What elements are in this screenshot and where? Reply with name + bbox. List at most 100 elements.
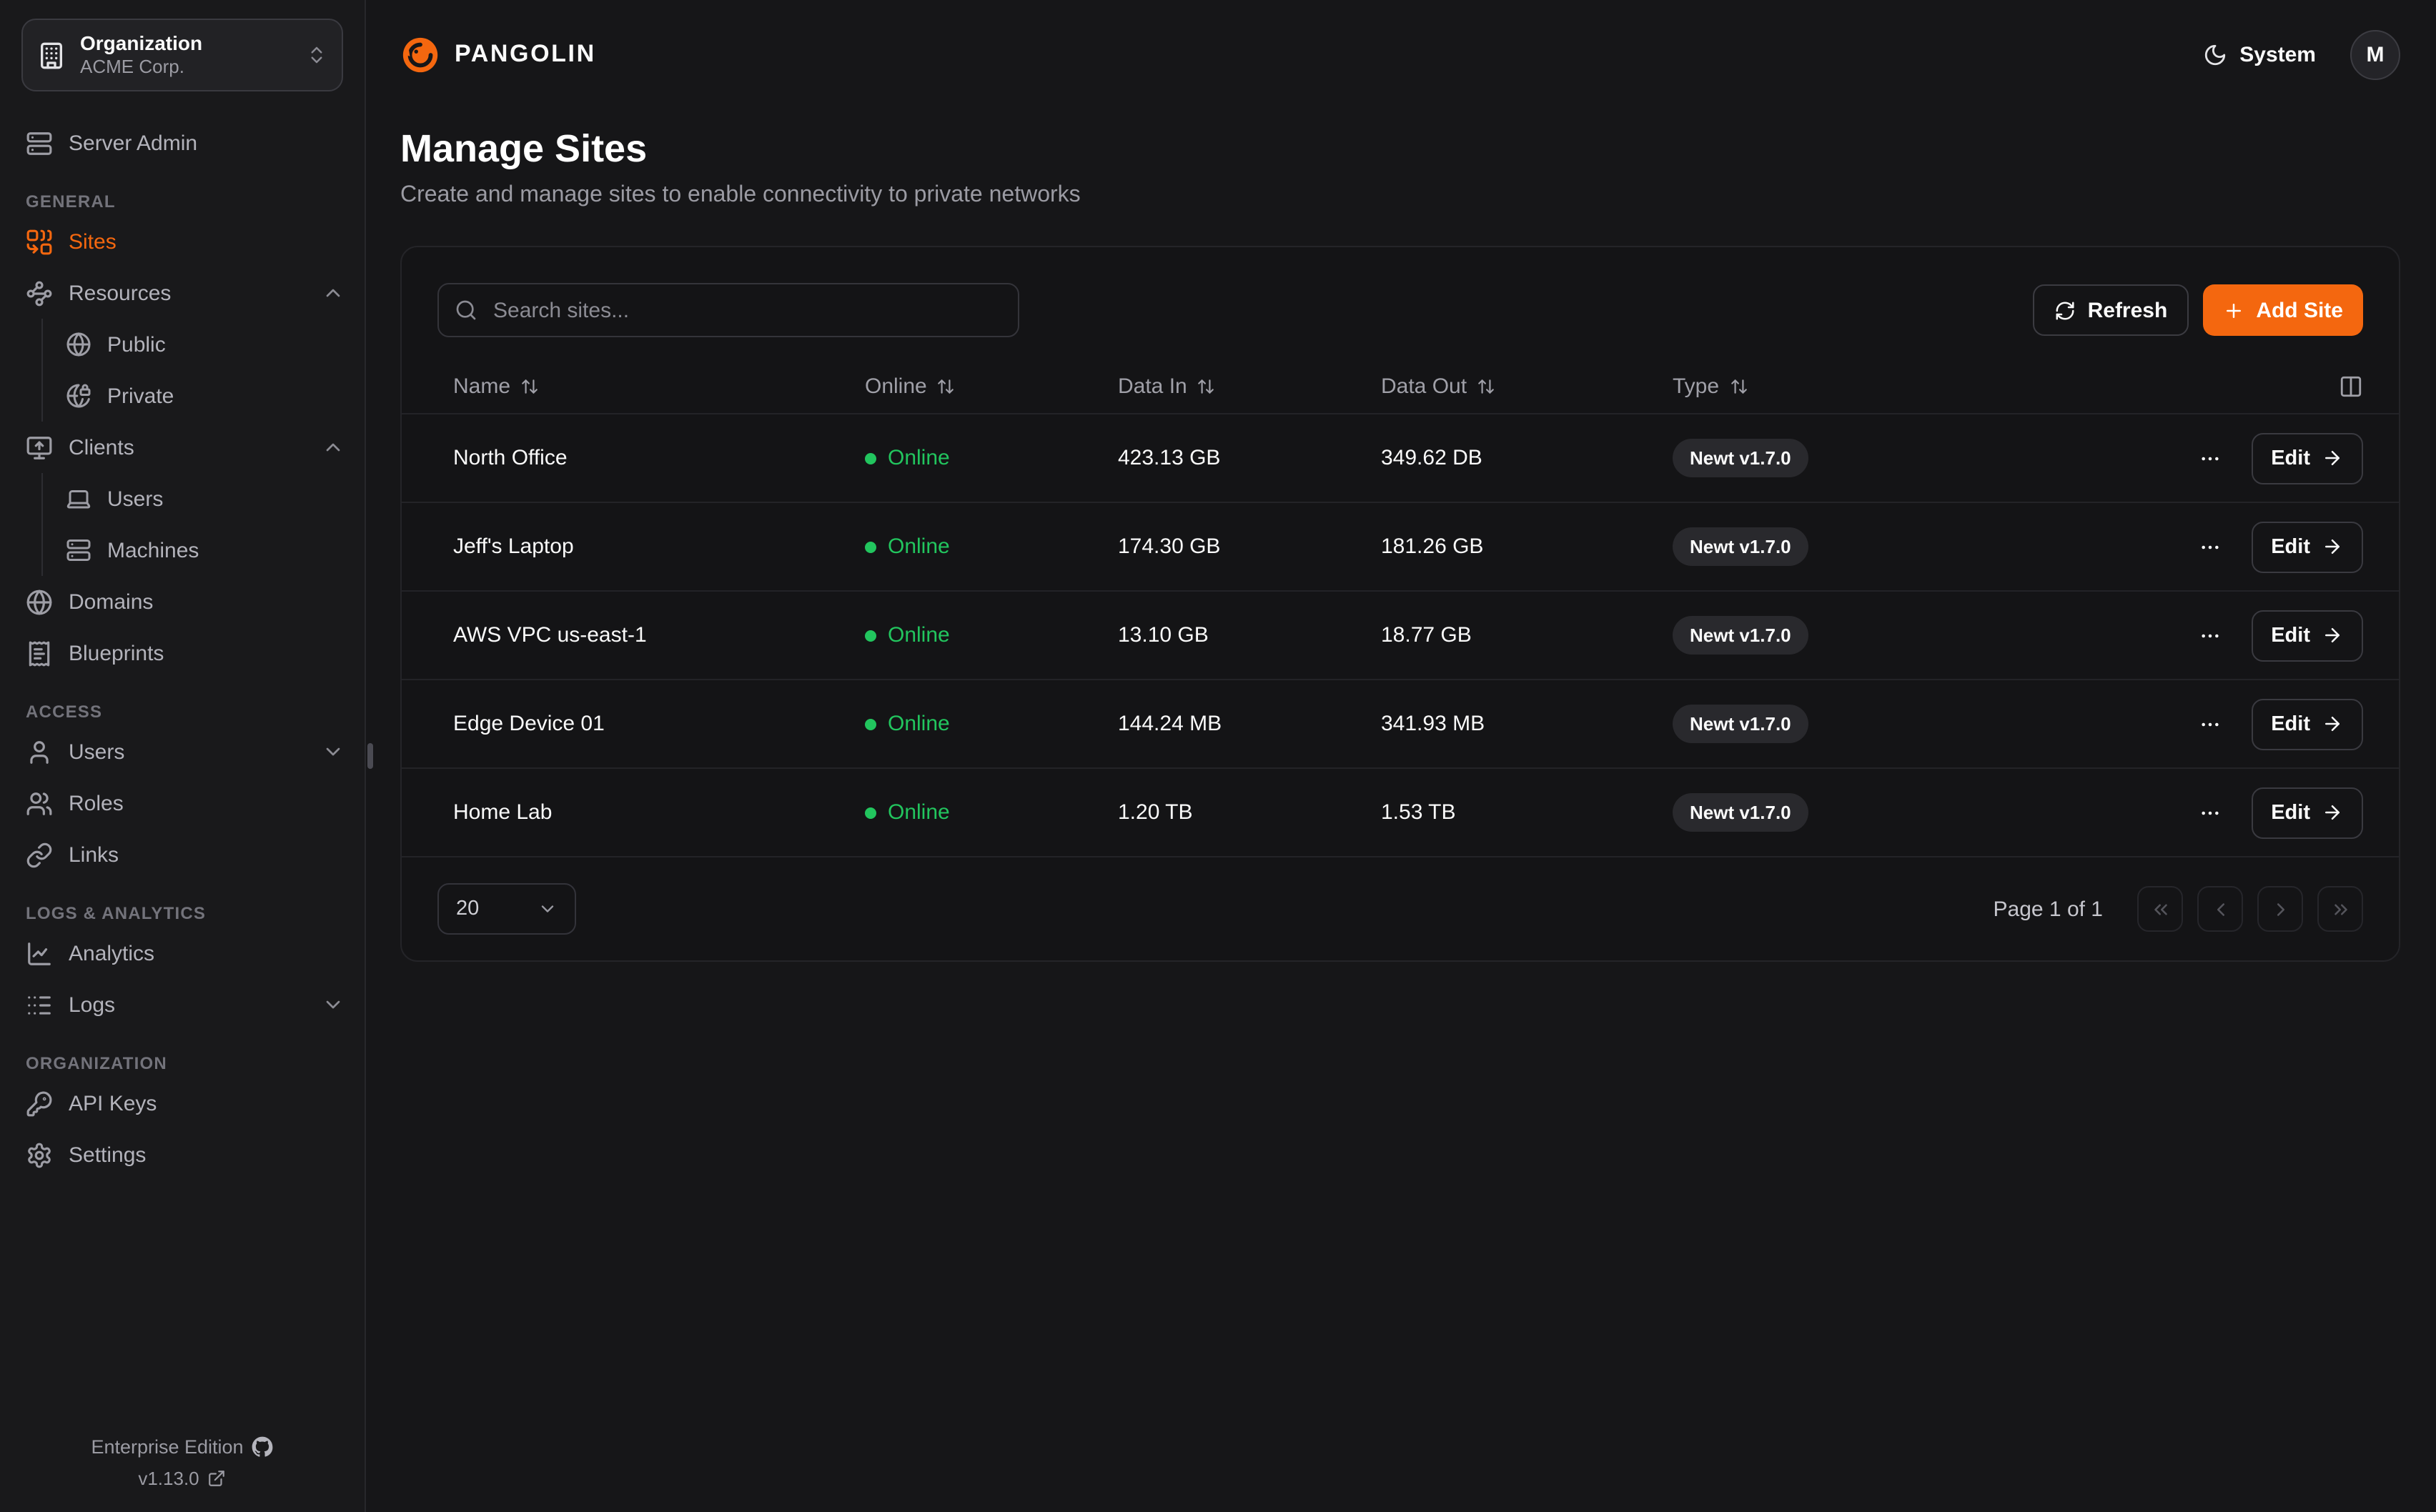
site-name: Jeff's Laptop bbox=[437, 534, 865, 559]
column-header-name[interactable]: Name bbox=[437, 374, 865, 399]
first-page-button[interactable] bbox=[2137, 886, 2183, 932]
sidebar-item-label: Server Admin bbox=[69, 131, 197, 155]
type-badge: Newt v1.7.0 bbox=[1673, 527, 1808, 566]
sidebar-item-logs[interactable]: Logs bbox=[26, 979, 345, 1030]
theme-toggle[interactable]: System bbox=[2202, 42, 2316, 66]
sidebar-item-roles[interactable]: Roles bbox=[26, 777, 345, 829]
sidebar-item-label: Links bbox=[69, 842, 119, 867]
page-head: Manage Sites Create and manage sites to … bbox=[400, 126, 2400, 209]
toolbar-actions: Refresh Add Site bbox=[2034, 284, 2363, 336]
moon-icon bbox=[2202, 42, 2227, 66]
sidebar-item-client-users[interactable]: Users bbox=[66, 473, 345, 524]
sidebar-item-public[interactable]: Public bbox=[66, 319, 345, 370]
sidebar-item-users[interactable]: Users bbox=[26, 726, 345, 777]
sidebar-item-private[interactable]: Private bbox=[66, 370, 345, 422]
avatar-initial: M bbox=[2367, 42, 2385, 66]
chevron-right-icon bbox=[2269, 898, 2291, 920]
chevron-up-icon bbox=[322, 436, 345, 459]
sidebar-item-resources[interactable]: Resources bbox=[26, 267, 345, 319]
row-menu-button[interactable] bbox=[2192, 529, 2227, 564]
sidebar-item-api-keys[interactable]: API Keys bbox=[26, 1078, 345, 1129]
page-summary: Page 1 of 1 bbox=[1994, 897, 2103, 921]
data-out-value: 181.26 GB bbox=[1381, 534, 1673, 559]
section-label-access: ACCESS bbox=[26, 702, 345, 722]
gear-icon bbox=[26, 1141, 53, 1168]
next-page-button[interactable] bbox=[2257, 886, 2303, 932]
search-box bbox=[437, 283, 1019, 337]
globe-icon bbox=[66, 332, 91, 357]
version-label[interactable]: v1.13.0 bbox=[138, 1468, 199, 1489]
plus-icon bbox=[2223, 299, 2244, 321]
sidebar-item-label: Clients bbox=[69, 435, 134, 459]
refresh-button[interactable]: Refresh bbox=[2034, 284, 2189, 336]
sort-icon bbox=[937, 377, 956, 396]
sidebar-nav: Server Admin GENERAL Sites Resources Pub… bbox=[0, 117, 365, 1419]
search-icon bbox=[455, 299, 477, 322]
online-dot-icon bbox=[865, 807, 876, 818]
organization-label: Organization bbox=[80, 31, 292, 56]
page-size-select[interactable]: 20 bbox=[437, 883, 576, 935]
sidebar-item-domains[interactable]: Domains bbox=[26, 576, 345, 627]
arrow-right-icon bbox=[2322, 447, 2343, 469]
status-label: Online bbox=[888, 623, 950, 647]
sidebar-item-label: Sites bbox=[69, 229, 117, 254]
sidebar-item-label: Public bbox=[107, 332, 166, 357]
edit-button[interactable]: Edit bbox=[2251, 787, 2363, 838]
data-out-value: 341.93 MB bbox=[1381, 712, 1673, 736]
prev-page-button[interactable] bbox=[2197, 886, 2243, 932]
sidebar-item-blueprints[interactable]: Blueprints bbox=[26, 627, 345, 679]
row-menu-button[interactable] bbox=[2192, 618, 2227, 652]
row-menu-button[interactable] bbox=[2192, 795, 2227, 830]
type-badge: Newt v1.7.0 bbox=[1673, 705, 1808, 743]
arrow-right-icon bbox=[2322, 625, 2343, 646]
brand-name: PANGOLIN bbox=[455, 40, 596, 69]
add-site-button[interactable]: Add Site bbox=[2203, 284, 2363, 336]
organization-switcher[interactable]: Organization ACME Corp. bbox=[21, 19, 343, 91]
chevrons-up-down-icon bbox=[306, 44, 327, 66]
pangolin-logo-icon bbox=[400, 34, 442, 75]
online-dot-icon bbox=[865, 630, 876, 641]
data-in-value: 423.13 GB bbox=[1118, 446, 1381, 470]
chevron-down-icon bbox=[538, 899, 558, 919]
chevron-left-icon bbox=[2209, 898, 2231, 920]
github-icon[interactable] bbox=[252, 1436, 274, 1458]
data-out-value: 1.53 TB bbox=[1381, 800, 1673, 825]
edit-button[interactable]: Edit bbox=[2251, 432, 2363, 484]
column-header-data-in[interactable]: Data In bbox=[1118, 374, 1381, 399]
edit-button[interactable]: Edit bbox=[2251, 521, 2363, 572]
edit-button[interactable]: Edit bbox=[2251, 698, 2363, 750]
chevron-down-icon bbox=[322, 993, 345, 1016]
external-link-icon bbox=[208, 1469, 227, 1488]
status-badge: Online bbox=[865, 800, 1118, 825]
column-label: Data In bbox=[1118, 374, 1187, 399]
sidebar-item-analytics[interactable]: Analytics bbox=[26, 927, 345, 979]
page-title: Manage Sites bbox=[400, 126, 2400, 173]
edit-button[interactable]: Edit bbox=[2251, 610, 2363, 661]
sidebar-item-label: Settings bbox=[69, 1143, 146, 1167]
column-label: Data Out bbox=[1381, 374, 1467, 399]
sites-card: Refresh Add Site Name Online bbox=[400, 246, 2400, 962]
brand[interactable]: PANGOLIN bbox=[400, 34, 596, 75]
sidebar-item-machines[interactable]: Machines bbox=[66, 524, 345, 576]
columns-toggle-button[interactable] bbox=[2339, 374, 2363, 399]
chevrons-left-icon bbox=[2149, 898, 2171, 920]
sidebar-item-sites[interactable]: Sites bbox=[26, 216, 345, 267]
column-header-type[interactable]: Type bbox=[1673, 374, 2339, 399]
sidebar-item-clients[interactable]: Clients bbox=[26, 422, 345, 473]
receipt-text-icon bbox=[26, 640, 53, 667]
row-menu-button[interactable] bbox=[2192, 707, 2227, 741]
arrow-right-icon bbox=[2322, 536, 2343, 557]
sidebar-item-server-admin[interactable]: Server Admin bbox=[26, 117, 345, 169]
sidebar-item-links[interactable]: Links bbox=[26, 829, 345, 880]
column-header-online[interactable]: Online bbox=[865, 374, 1118, 399]
row-menu-button[interactable] bbox=[2192, 441, 2227, 475]
column-header-data-out[interactable]: Data Out bbox=[1381, 374, 1673, 399]
sidebar-item-label: Roles bbox=[69, 791, 124, 815]
last-page-button[interactable] bbox=[2317, 886, 2363, 932]
table-row: Edge Device 01 Online 144.24 MB 341.93 M… bbox=[402, 680, 2399, 769]
avatar[interactable]: M bbox=[2350, 29, 2400, 79]
search-input[interactable] bbox=[490, 297, 1002, 324]
sidebar-item-settings[interactable]: Settings bbox=[26, 1129, 345, 1180]
section-label-logs-analytics: LOGS & ANALYTICS bbox=[26, 903, 345, 923]
column-label: Name bbox=[453, 374, 510, 399]
